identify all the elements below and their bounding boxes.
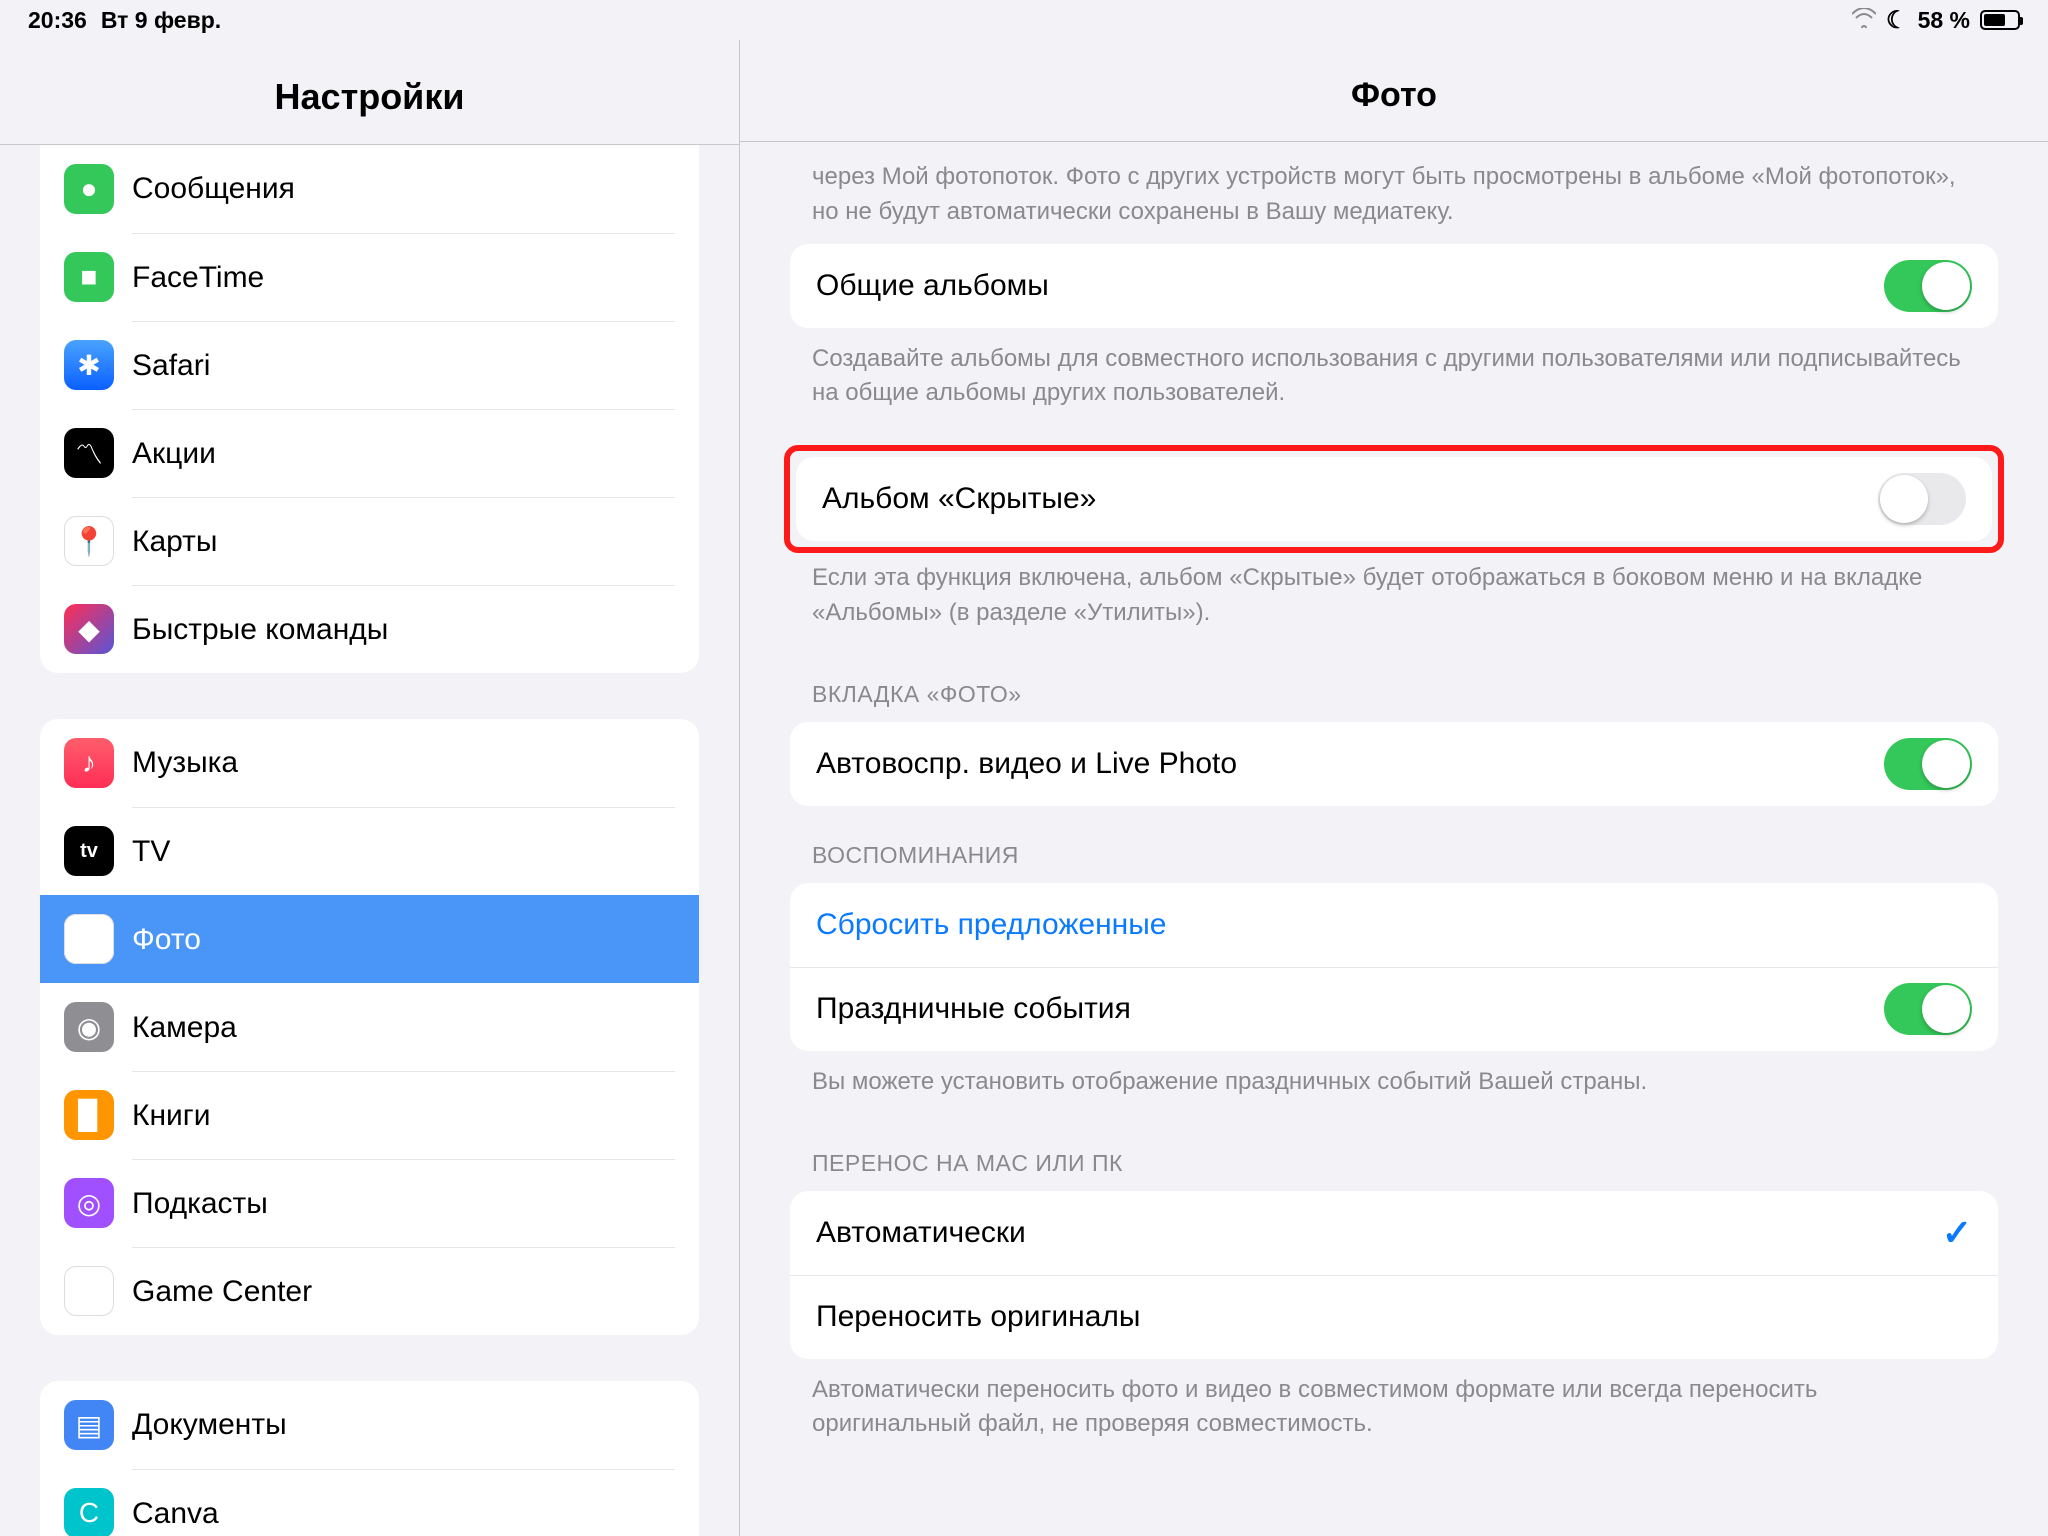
holiday-events-toggle[interactable]	[1884, 983, 1972, 1035]
hidden-album-group: Альбом «Скрытые»	[796, 457, 1992, 541]
sidebar-item-label: Game Center	[132, 1275, 312, 1309]
docs-icon: ▤	[64, 1400, 114, 1450]
moon-icon: ☾	[1886, 6, 1908, 35]
memories-group: Сбросить предложенные Праздничные событи…	[790, 883, 1998, 1051]
camera-icon: ◉	[64, 1002, 114, 1052]
status-date: Вт 9 февр.	[101, 7, 221, 34]
messages-icon: ●	[64, 164, 114, 214]
holiday-events-row[interactable]: Праздничные события	[790, 967, 1998, 1051]
hidden-album-footnote: Если эта функция включена, альбом «Скрыт…	[790, 551, 1998, 645]
sidebar-item-label: Камера	[132, 1011, 237, 1045]
transfer-originals-label: Переносить оригиналы	[816, 1300, 1972, 1334]
shared-albums-label: Общие альбомы	[816, 269, 1884, 303]
sidebar-item-label: Быстрые команды	[132, 613, 388, 647]
settings-sidebar: Настройки ● Сообщения ■ FaceTime ✱ Safari 〽 Акц…	[0, 40, 740, 1536]
status-bar: 20:36 Вт 9 февр. ☾ 58 %	[0, 0, 2048, 40]
sidebar-item-label: Акции	[132, 437, 216, 471]
status-time: 20:36	[28, 7, 87, 34]
maps-icon: 📍	[64, 516, 114, 566]
sidebar-item-docs[interactable]: ▤ Документы	[40, 1381, 699, 1469]
sidebar-group-apps-1: ● Сообщения ■ FaceTime ✱ Safari 〽 Акции 📍 Карты ◆ Б…	[40, 145, 699, 673]
sidebar-item-canva[interactable]: C Canva	[40, 1469, 699, 1536]
transfer-header: ПЕРЕНОС НА MAC ИЛИ ПК	[790, 1114, 1998, 1191]
shared-albums-group: Общие альбомы	[790, 244, 1998, 328]
holiday-footnote: Вы можете установить отображение праздни…	[790, 1051, 1998, 1114]
stocks-icon: 〽	[64, 428, 114, 478]
facetime-icon: ■	[64, 252, 114, 302]
podcasts-icon: ◎	[64, 1178, 114, 1228]
detail-title: Фото	[740, 40, 2048, 142]
sidebar-item-label: Книги	[132, 1099, 211, 1133]
wifi-icon	[1852, 7, 1876, 34]
gamecenter-icon: ●	[64, 1266, 114, 1316]
sidebar-item-music[interactable]: ♪ Музыка	[40, 719, 699, 807]
transfer-auto-row[interactable]: Автоматически ✓	[790, 1191, 1998, 1275]
music-icon: ♪	[64, 738, 114, 788]
sidebar-item-label: Карты	[132, 525, 218, 559]
hidden-album-toggle[interactable]	[1878, 473, 1966, 525]
sidebar-item-label: Сообщения	[132, 172, 295, 206]
sidebar-item-label: Фото	[132, 923, 201, 957]
hidden-album-label: Альбом «Скрытые»	[822, 482, 1878, 516]
sidebar-item-stocks[interactable]: 〽 Акции	[40, 409, 699, 497]
sidebar-item-label: Документы	[132, 1408, 287, 1442]
sidebar-item-label: Canva	[132, 1497, 219, 1531]
sidebar-item-books[interactable]: ▉ Книги	[40, 1071, 699, 1159]
sidebar-item-podcasts[interactable]: ◎ Подкасты	[40, 1159, 699, 1247]
photostream-footnote: через Мой фотопоток. Фото с других устро…	[790, 142, 1998, 244]
sidebar-group-apps-2: ♪ Музыка tv TV ✿ Фото ◉ Камера ▉ Книги ◎ Подкасты ● G…	[40, 719, 699, 1335]
reset-suggested-label: Сбросить предложенные	[816, 908, 1972, 942]
sidebar-group-apps-3: ▤ Документы C Canva	[40, 1381, 699, 1536]
sidebar-item-label: FaceTime	[132, 261, 264, 295]
sidebar-item-messages[interactable]: ● Сообщения	[40, 145, 699, 233]
transfer-footnote: Автоматически переносить фото и видео в …	[790, 1359, 1998, 1457]
detail-pane: Фото через Мой фотопоток. Фото с других …	[740, 40, 2048, 1536]
tv-icon: tv	[64, 826, 114, 876]
sidebar-item-maps[interactable]: 📍 Карты	[40, 497, 699, 585]
reset-suggested-row[interactable]: Сбросить предложенные	[790, 883, 1998, 967]
battery-percent: 58 %	[1918, 7, 1970, 34]
photo-tab-header: ВКЛАДКА «ФОТО»	[790, 645, 1998, 722]
safari-icon: ✱	[64, 340, 114, 390]
shared-albums-toggle[interactable]	[1884, 260, 1972, 312]
sidebar-item-gamecenter[interactable]: ● Game Center	[40, 1247, 699, 1335]
books-icon: ▉	[64, 1090, 114, 1140]
autoplay-group: Автовоспр. видео и Live Photo	[790, 722, 1998, 806]
sidebar-item-facetime[interactable]: ■ FaceTime	[40, 233, 699, 321]
sidebar-item-safari[interactable]: ✱ Safari	[40, 321, 699, 409]
sidebar-item-label: TV	[132, 835, 170, 869]
memories-header: ВОСПОМИНАНИЯ	[790, 806, 1998, 883]
shared-albums-footnote: Создавайте альбомы для совместного испол…	[790, 328, 1998, 426]
battery-icon	[1980, 10, 2020, 30]
sidebar-item-label: Safari	[132, 349, 210, 383]
transfer-auto-label: Автоматически	[816, 1216, 1942, 1250]
shortcuts-icon: ◆	[64, 604, 114, 654]
holiday-events-label: Праздничные события	[816, 992, 1884, 1026]
hidden-album-row[interactable]: Альбом «Скрытые»	[796, 457, 1992, 541]
sidebar-item-photos[interactable]: ✿ Фото	[40, 895, 699, 983]
photos-icon: ✿	[64, 914, 114, 964]
transfer-originals-row[interactable]: Переносить оригиналы	[790, 1275, 1998, 1359]
sidebar-item-shortcuts[interactable]: ◆ Быстрые команды	[40, 585, 699, 673]
canva-icon: C	[64, 1488, 114, 1536]
checkmark-icon: ✓	[1942, 1212, 1972, 1254]
transfer-group: Автоматически ✓ Переносить оригиналы	[790, 1191, 1998, 1359]
sidebar-item-tv[interactable]: tv TV	[40, 807, 699, 895]
shared-albums-row[interactable]: Общие альбомы	[790, 244, 1998, 328]
sidebar-item-label: Подкасты	[132, 1187, 268, 1221]
autoplay-row[interactable]: Автовоспр. видео и Live Photo	[790, 722, 1998, 806]
sidebar-item-camera[interactable]: ◉ Камера	[40, 983, 699, 1071]
autoplay-toggle[interactable]	[1884, 738, 1972, 790]
autoplay-label: Автовоспр. видео и Live Photo	[816, 747, 1884, 781]
sidebar-title: Настройки	[0, 40, 739, 145]
sidebar-item-label: Музыка	[132, 746, 238, 780]
highlight-annotation: Альбом «Скрытые»	[784, 445, 2004, 553]
